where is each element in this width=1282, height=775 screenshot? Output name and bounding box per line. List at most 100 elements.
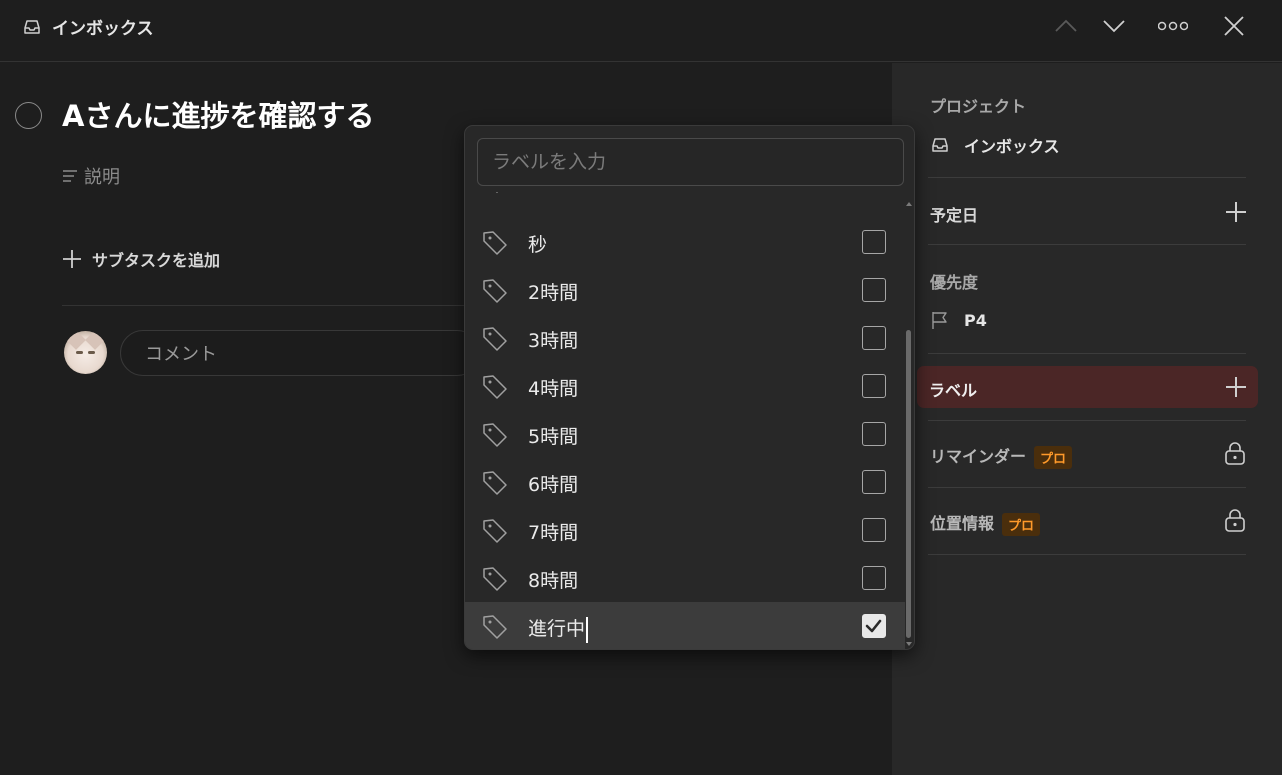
reminder-label: リマインダー [930, 447, 1027, 466]
location-label: 位置情報 [930, 514, 995, 533]
project-label: プロジェクト [930, 97, 1027, 116]
complete-task-checkbox[interactable] [15, 102, 42, 129]
more-options-button[interactable] [1157, 10, 1189, 42]
tag-icon [483, 615, 507, 639]
inbox-icon [24, 19, 40, 34]
description-field[interactable]: 説明 [62, 163, 120, 189]
divider [928, 177, 1246, 178]
task-title[interactable]: Aさんに進捗を確認する [62, 93, 374, 135]
lock-icon[interactable] [1224, 441, 1246, 465]
comment-placeholder: コメント [145, 344, 217, 365]
tag-icon [495, 192, 499, 193]
divider [928, 244, 1246, 245]
tag-icon [483, 231, 507, 255]
divider [928, 353, 1246, 354]
plus-icon [63, 250, 81, 268]
label-dropdown: 秒 2時間 3時間 4時間 5時間 6時間 [464, 125, 915, 650]
scrollbar-thumb[interactable] [906, 330, 911, 638]
label-option[interactable]: 3時間 [465, 314, 905, 362]
tag-icon [483, 423, 507, 447]
project-name: インボックス [52, 19, 154, 39]
label-option[interactable]: 6時間 [465, 458, 905, 506]
project-breadcrumb[interactable]: インボックス [22, 14, 154, 39]
chevron-up-icon [1055, 19, 1077, 32]
pro-badge: プロ [1034, 446, 1073, 469]
label-option[interactable]: 秒 [465, 218, 905, 266]
add-subtask-label: サブタスクを追加 [92, 251, 221, 270]
next-task-button[interactable] [1098, 10, 1130, 42]
label-option[interactable]: 4時間 [465, 362, 905, 410]
label-option[interactable]: 5時間 [465, 410, 905, 458]
label-option-name: 3時間 [528, 330, 579, 352]
label-option-name: 5時間 [528, 426, 579, 448]
avatar [64, 331, 107, 374]
scroll-up-icon[interactable] [906, 202, 912, 206]
label-option-name: 2時間 [528, 282, 579, 304]
reminder-row[interactable]: リマインダー プロ [930, 443, 1246, 469]
label-option-name: 秒 [528, 234, 548, 256]
add-subtask-button[interactable]: サブタスクを追加 [62, 247, 220, 271]
label-checkbox[interactable] [862, 374, 886, 398]
label-checkbox[interactable] [862, 566, 886, 590]
due-date-label: 予定日 [930, 206, 979, 225]
label-checkbox[interactable] [862, 470, 886, 494]
tag-icon [483, 279, 507, 303]
label-checkbox[interactable] [862, 422, 886, 446]
label-option-name-wrapper: 進行中 [528, 614, 588, 643]
flag-icon [932, 312, 947, 329]
due-date-row[interactable]: 予定日 [930, 202, 1246, 226]
label-option-name: 進行中 [528, 618, 586, 640]
project-value: インボックス [964, 137, 1060, 156]
scroll-down-icon[interactable] [906, 642, 912, 646]
text-cursor [586, 616, 588, 643]
checkmark-icon [865, 619, 882, 633]
label-search-input[interactable] [477, 138, 904, 186]
priority-value: P4 [964, 310, 987, 330]
lock-icon[interactable] [1224, 508, 1246, 532]
label-checkbox[interactable] [862, 278, 886, 302]
label-checkbox[interactable] [862, 230, 886, 254]
label-option-name: 7時間 [528, 522, 579, 544]
label-checkbox[interactable] [862, 518, 886, 542]
tag-icon [483, 567, 507, 591]
label-option[interactable]: 7時間 [465, 506, 905, 554]
priority-label: 優先度 [930, 273, 979, 292]
previous-task-button[interactable] [1050, 10, 1082, 42]
project-selector[interactable]: インボックス [930, 133, 1246, 157]
label-option[interactable]: 進行中 [465, 602, 905, 649]
label-option[interactable] [465, 192, 905, 204]
labels-label: ラベル [929, 381, 978, 400]
label-option-name: 8時間 [528, 570, 579, 592]
priority-section: 優先度 [930, 269, 1246, 293]
comment-input[interactable]: コメント [120, 330, 480, 376]
location-row[interactable]: 位置情報 プロ [930, 510, 1246, 536]
divider [928, 420, 1246, 421]
label-option[interactable]: 8時間 [465, 554, 905, 602]
label-option-name: 6時間 [528, 474, 579, 496]
tag-icon [483, 327, 507, 351]
tag-icon [483, 375, 507, 399]
description-icon [63, 170, 77, 182]
pro-badge: プロ [1002, 513, 1041, 536]
close-button[interactable] [1218, 10, 1250, 42]
chevron-down-icon [1103, 20, 1125, 33]
label-checkbox[interactable] [862, 614, 886, 638]
divider [928, 487, 1246, 488]
add-due-date-button[interactable] [1226, 202, 1246, 222]
priority-selector[interactable]: P4 [930, 310, 1246, 330]
label-list: 秒 2時間 3時間 4時間 5時間 6時間 7時間 8時間 進行中 [465, 192, 905, 649]
inbox-icon [932, 138, 948, 152]
label-option-name: 4時間 [528, 378, 579, 400]
divider [928, 554, 1246, 555]
task-sidebar: プロジェクト インボックス 予定日 優先度 P4 ラベル リマインダー プロ 位置… [892, 63, 1282, 775]
more-icon [1158, 21, 1188, 31]
close-icon [1224, 16, 1244, 36]
labels-row[interactable]: ラベル [917, 366, 1258, 408]
tag-icon [483, 471, 507, 495]
label-checkbox[interactable] [862, 326, 886, 350]
tag-icon [483, 519, 507, 543]
add-label-button[interactable] [1226, 377, 1246, 397]
top-bar: インボックス [0, 0, 1282, 62]
project-section: プロジェクト [930, 93, 1246, 117]
label-option[interactable]: 2時間 [465, 266, 905, 314]
